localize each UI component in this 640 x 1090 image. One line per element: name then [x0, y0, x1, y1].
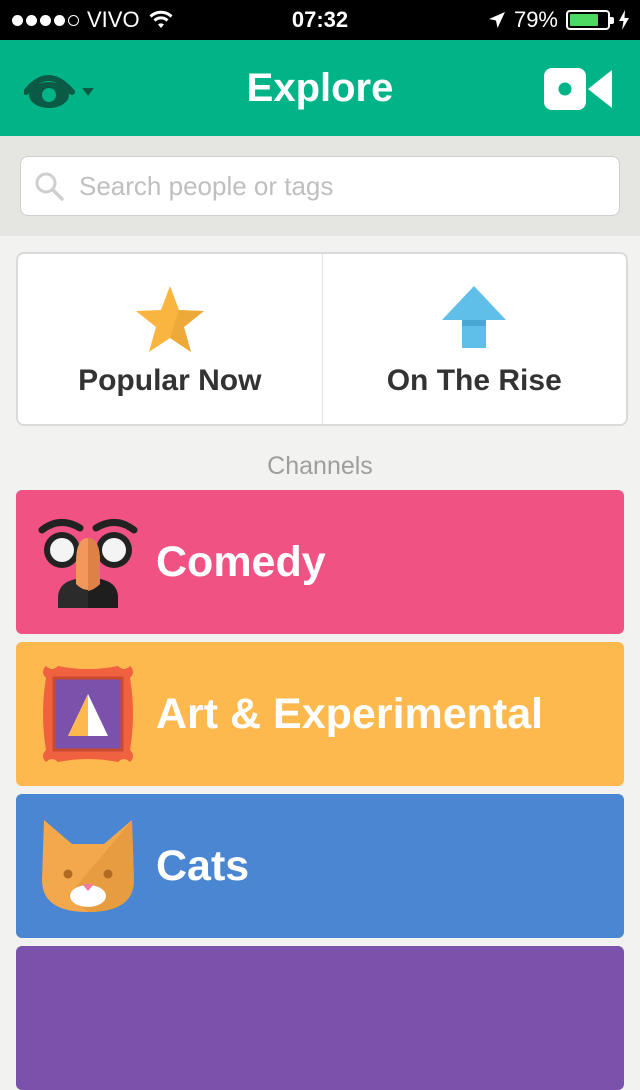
- channel-comedy[interactable]: Comedy: [16, 490, 624, 634]
- featured-panel: Popular Now On The Rise: [16, 252, 628, 426]
- channel-art-experimental[interactable]: Art & Experimental: [16, 642, 624, 786]
- channels-heading: Channels: [267, 452, 373, 480]
- location-arrow-icon: [488, 12, 505, 28]
- search-icon: [35, 172, 64, 201]
- framed-painting-icon: [43, 666, 133, 762]
- channel-label: Cats: [156, 842, 250, 890]
- search-bar-container: Search people or tags: [0, 136, 640, 236]
- channel-label: Art & Experimental: [156, 690, 544, 738]
- battery-icon: [566, 10, 614, 30]
- channel-partial[interactable]: [16, 946, 624, 1090]
- cat-face-icon: [42, 820, 134, 912]
- star-icon: [135, 286, 204, 352]
- video-camera-icon[interactable]: [544, 68, 612, 110]
- battery-level: [570, 14, 599, 26]
- search-input[interactable]: Search people or tags: [20, 156, 620, 216]
- channel-cats[interactable]: Cats: [16, 794, 624, 938]
- nav-bar: Explore: [0, 40, 640, 136]
- search-placeholder: Search people or tags: [79, 170, 334, 201]
- charging-bolt-icon: [619, 10, 629, 30]
- groucho-glasses-icon: [38, 519, 138, 608]
- on-the-rise-label: On The Rise: [386, 364, 562, 397]
- up-arrow-icon: [442, 286, 507, 348]
- status-right: 79%: [488, 0, 630, 40]
- popular-now-label: Popular Now: [78, 364, 262, 397]
- on-the-rise-button[interactable]: On The Rise: [321, 254, 627, 424]
- battery-percent: 79%: [513, 7, 558, 32]
- channel-label: Comedy: [156, 538, 326, 586]
- popular-now-button[interactable]: Popular Now: [18, 254, 322, 424]
- status-bar: VIVO 07:32 79%: [0, 0, 640, 40]
